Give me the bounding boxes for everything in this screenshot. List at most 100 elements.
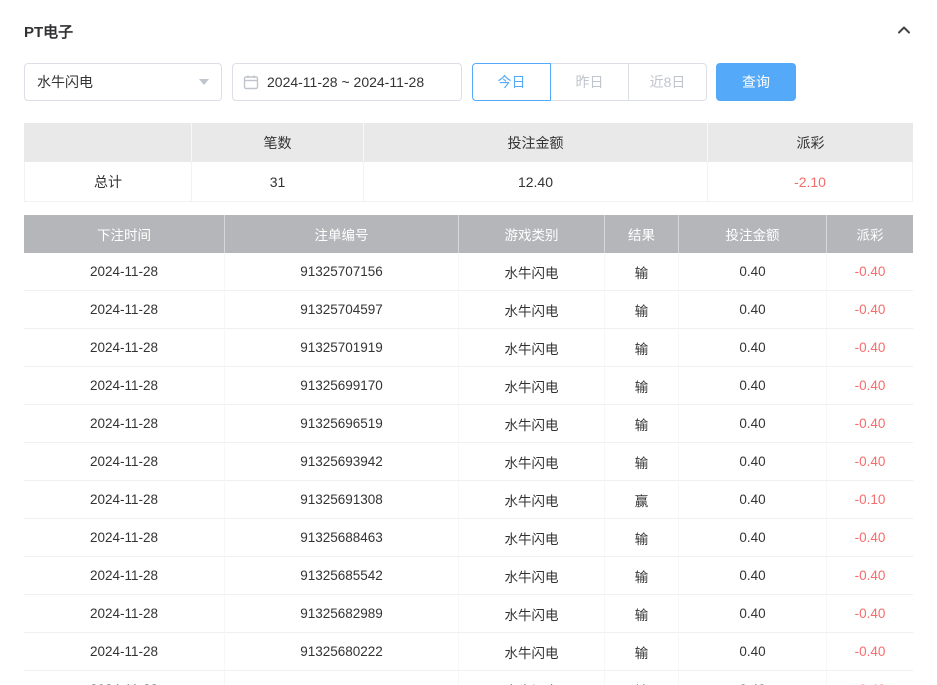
summary-total-count: 31 <box>192 162 364 202</box>
cell-bet-amount: 0.40 <box>679 405 827 443</box>
summary-header-row: 笔数 投注金额 派彩 <box>24 123 913 162</box>
table-row: 2024-11-28 水牛闪电 输 0.40 -0.40 <box>24 671 913 685</box>
cell-game-type: 水牛闪电 <box>459 595 605 633</box>
summary-header-bet-amount: 投注金额 <box>364 123 708 162</box>
panel-title: PT电子 <box>24 21 73 42</box>
cell-bet-time: 2024-11-28 <box>24 253 225 291</box>
cell-bet-time: 2024-11-28 <box>24 443 225 481</box>
header-bet-amount: 投注金额 <box>679 215 827 253</box>
cell-payout: -0.40 <box>827 519 913 557</box>
table-row: 2024-11-28 91325693942 水牛闪电 输 0.40 -0.40 <box>24 443 913 481</box>
chevron-up-icon <box>895 21 913 42</box>
cell-payout: -0.40 <box>827 557 913 595</box>
cell-bet-time: 2024-11-28 <box>24 291 225 329</box>
cell-bet-time: 2024-11-28 <box>24 671 225 685</box>
cell-game-type: 水牛闪电 <box>459 253 605 291</box>
summary-table: 笔数 投注金额 派彩 总计 31 12.40 -2.10 <box>24 123 913 202</box>
cell-order-id <box>225 671 459 685</box>
table-row: 2024-11-28 91325707156 水牛闪电 输 0.40 -0.40 <box>24 253 913 291</box>
cell-bet-time: 2024-11-28 <box>24 329 225 367</box>
cell-payout: -0.10 <box>827 481 913 519</box>
bet-table: 下注时间 注单编号 游戏类别 结果 投注金额 派彩 2024-11-28 913… <box>24 215 913 685</box>
panel-header: PT电子 <box>24 16 913 46</box>
cell-result: 输 <box>605 519 679 557</box>
cell-result: 赢 <box>605 481 679 519</box>
summary-header-payout: 派彩 <box>708 123 913 162</box>
cell-payout: -0.40 <box>827 671 913 685</box>
cell-result: 输 <box>605 595 679 633</box>
cell-bet-time: 2024-11-28 <box>24 367 225 405</box>
cell-payout: -0.40 <box>827 595 913 633</box>
cell-result: 输 <box>605 329 679 367</box>
cell-bet-time: 2024-11-28 <box>24 557 225 595</box>
cell-result: 输 <box>605 291 679 329</box>
cell-game-type: 水牛闪电 <box>459 481 605 519</box>
cell-result: 输 <box>605 443 679 481</box>
table-row: 2024-11-28 91325682989 水牛闪电 输 0.40 -0.40 <box>24 595 913 633</box>
cell-bet-amount: 0.40 <box>679 519 827 557</box>
cell-game-type: 水牛闪电 <box>459 405 605 443</box>
summary-header-blank <box>24 123 192 162</box>
cell-game-type: 水牛闪电 <box>459 443 605 481</box>
collapse-button[interactable] <box>895 21 913 42</box>
table-row: 2024-11-28 91325701919 水牛闪电 输 0.40 -0.40 <box>24 329 913 367</box>
cell-payout: -0.40 <box>827 253 913 291</box>
cell-order-id: 91325685542 <box>225 557 459 595</box>
cell-bet-amount: 0.40 <box>679 291 827 329</box>
cell-bet-time: 2024-11-28 <box>24 405 225 443</box>
summary-total-row: 总计 31 12.40 -2.10 <box>24 162 913 202</box>
cell-bet-amount: 0.40 <box>679 253 827 291</box>
cell-order-id: 91325688463 <box>225 519 459 557</box>
table-row: 2024-11-28 91325680222 水牛闪电 输 0.40 -0.40 <box>24 633 913 671</box>
cell-game-type: 水牛闪电 <box>459 557 605 595</box>
cell-bet-amount: 0.40 <box>679 481 827 519</box>
calendar-icon <box>243 74 259 90</box>
filter-bar: 水牛闪电 2024-11-28 ~ 2024-11-28 今日 昨日 近8日 查… <box>24 63 913 101</box>
header-game-type: 游戏类别 <box>459 215 605 253</box>
header-order-id: 注单编号 <box>225 215 459 253</box>
cell-order-id: 91325701919 <box>225 329 459 367</box>
summary-total-bet-amount: 12.40 <box>364 162 708 202</box>
header-result: 结果 <box>605 215 679 253</box>
summary-total-label: 总计 <box>24 162 192 202</box>
cell-game-type: 水牛闪电 <box>459 633 605 671</box>
cell-result: 输 <box>605 671 679 685</box>
header-payout: 派彩 <box>827 215 913 253</box>
today-button[interactable]: 今日 <box>472 63 551 101</box>
date-range-input[interactable]: 2024-11-28 ~ 2024-11-28 <box>232 63 462 101</box>
cell-result: 输 <box>605 253 679 291</box>
yesterday-button[interactable]: 昨日 <box>550 63 629 101</box>
game-select-value: 水牛闪电 <box>37 72 93 92</box>
table-row: 2024-11-28 91325685542 水牛闪电 输 0.40 -0.40 <box>24 557 913 595</box>
cell-bet-amount: 0.40 <box>679 671 827 685</box>
cell-bet-time: 2024-11-28 <box>24 633 225 671</box>
table-row: 2024-11-28 91325696519 水牛闪电 输 0.40 -0.40 <box>24 405 913 443</box>
cell-bet-time: 2024-11-28 <box>24 595 225 633</box>
cell-result: 输 <box>605 557 679 595</box>
summary-header-count: 笔数 <box>192 123 364 162</box>
cell-result: 输 <box>605 367 679 405</box>
cell-payout: -0.40 <box>827 405 913 443</box>
cell-order-id: 91325696519 <box>225 405 459 443</box>
cell-game-type: 水牛闪电 <box>459 291 605 329</box>
search-button[interactable]: 查询 <box>716 63 796 101</box>
cell-game-type: 水牛闪电 <box>459 519 605 557</box>
cell-bet-amount: 0.40 <box>679 367 827 405</box>
bet-table-body: 2024-11-28 91325707156 水牛闪电 输 0.40 -0.40… <box>24 253 913 685</box>
last-8-days-button[interactable]: 近8日 <box>628 63 707 101</box>
cell-game-type: 水牛闪电 <box>459 329 605 367</box>
table-row: 2024-11-28 91325691308 水牛闪电 赢 0.40 -0.10 <box>24 481 913 519</box>
date-range-value: 2024-11-28 ~ 2024-11-28 <box>267 74 424 90</box>
table-row: 2024-11-28 91325688463 水牛闪电 输 0.40 -0.40 <box>24 519 913 557</box>
summary-total-payout: -2.10 <box>708 162 913 202</box>
cell-bet-time: 2024-11-28 <box>24 519 225 557</box>
cell-order-id: 91325691308 <box>225 481 459 519</box>
header-bet-time: 下注时间 <box>24 215 225 253</box>
game-select[interactable]: 水牛闪电 <box>24 63 222 101</box>
cell-bet-amount: 0.40 <box>679 633 827 671</box>
cell-payout: -0.40 <box>827 329 913 367</box>
cell-order-id: 91325680222 <box>225 633 459 671</box>
chevron-down-icon <box>199 79 209 85</box>
cell-bet-amount: 0.40 <box>679 443 827 481</box>
cell-payout: -0.40 <box>827 633 913 671</box>
